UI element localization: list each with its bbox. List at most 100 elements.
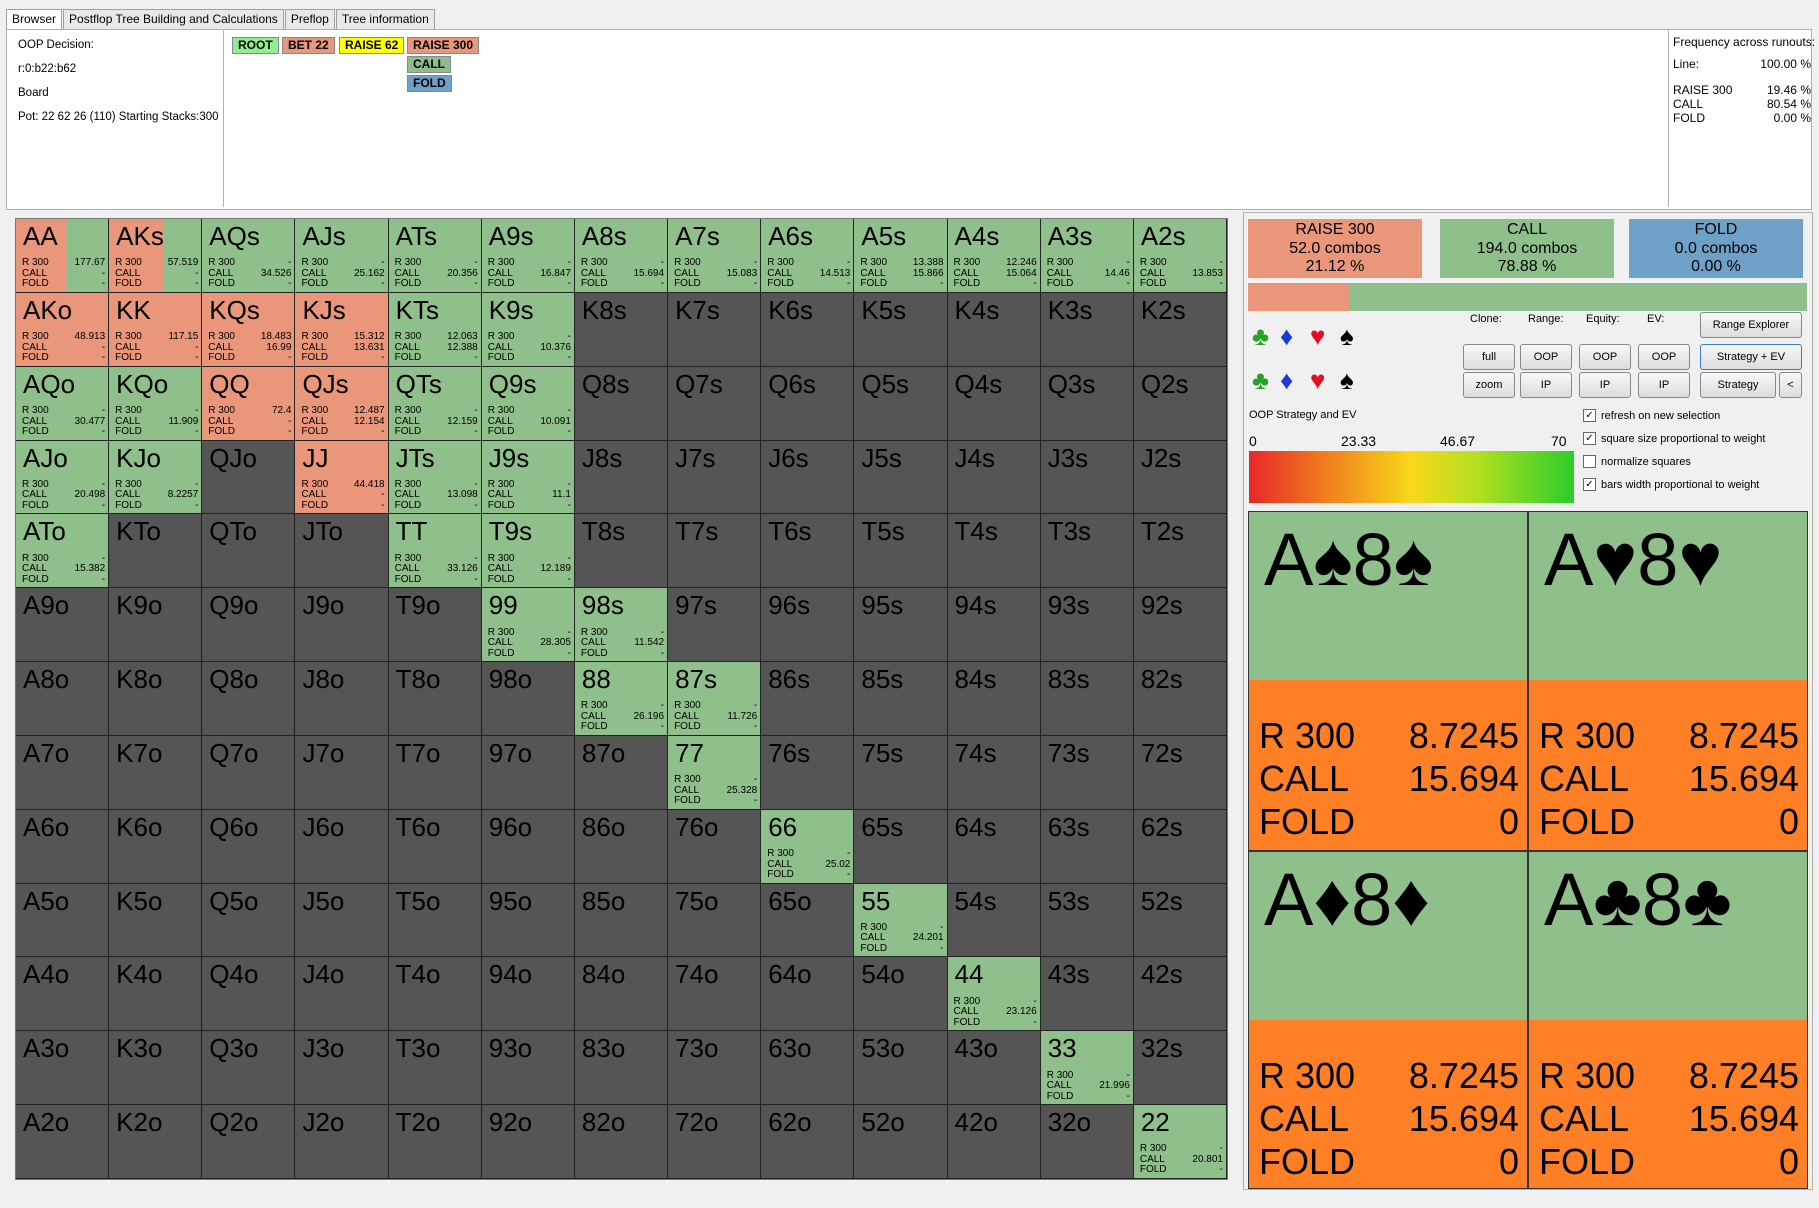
hand-cell[interactable]: 93o [481, 1031, 575, 1106]
hand-cell[interactable]: TT R 300- CALL 33.126 FOLD - [388, 514, 482, 589]
heart-filter-icon[interactable]: ♥ [1310, 321, 1325, 352]
hand-cell[interactable]: 92s [1133, 588, 1227, 663]
hand-cell[interactable]: 52o [854, 1105, 948, 1179]
hand-cell[interactable]: A5o [16, 883, 110, 958]
hand-cell[interactable]: 75o [668, 883, 762, 958]
hand-cell[interactable]: AJs R 300- CALL 25.162 FOLD - [295, 219, 389, 293]
hand-cell[interactable]: 86s [761, 662, 855, 736]
hand-cell[interactable]: Q9s R 300- CALL 10.091 FOLD - [481, 366, 575, 441]
hand-cell[interactable]: 42s [1133, 957, 1227, 1032]
hand-cell[interactable]: 94s [947, 588, 1041, 663]
hand-cell[interactable]: 55 R 300- CALL 24.201 FOLD - [854, 883, 948, 958]
hand-cell[interactable]: 96s [761, 588, 855, 663]
hand-cell[interactable]: 64s [947, 809, 1041, 884]
hand-cell[interactable]: A9o [16, 588, 110, 663]
hand-cell[interactable]: AQo R 300- CALL 30.477 FOLD - [16, 366, 110, 441]
hand-cell[interactable]: 52s [1133, 883, 1227, 958]
checkbox-refresh[interactable]: ✓ refresh on new selection [1583, 409, 1720, 422]
full-button[interactable]: full [1463, 344, 1515, 370]
hand-cell[interactable]: 76s [761, 735, 855, 810]
hand-cell[interactable]: 82o [574, 1105, 669, 1179]
hand-cell[interactable]: K8s [574, 292, 669, 367]
hand-cell[interactable]: T6o [388, 809, 482, 884]
hand-cell[interactable]: 63o [761, 1031, 855, 1106]
hand-cell[interactable]: AKs R 300 57.519 CALL - FOLD - [109, 219, 203, 293]
hand-cell[interactable]: 63s [1040, 809, 1134, 884]
hand-cell[interactable]: 32o [1040, 1105, 1134, 1179]
hand-cell[interactable]: J3o [295, 1031, 389, 1106]
range-oop-button[interactable]: OOP [1520, 344, 1572, 370]
hand-cell[interactable]: 74o [668, 957, 762, 1032]
strategy-ev-button[interactable]: Strategy + EV [1700, 344, 1802, 370]
hand-cell[interactable]: Q9o [202, 588, 296, 663]
hand-cell[interactable]: K3o [109, 1031, 203, 1106]
hand-cell[interactable]: 62o [761, 1105, 855, 1179]
hand-cell[interactable]: 84o [574, 957, 669, 1032]
hand-cell[interactable]: AKo R 300 48.913 CALL - FOLD - [16, 292, 110, 367]
hand-cell[interactable]: AJo R 300- CALL 20.498 FOLD - [16, 440, 110, 515]
hand-cell[interactable]: 43o [947, 1031, 1041, 1106]
hand-cell[interactable]: J5s [854, 440, 948, 515]
hand-cell[interactable]: A9s R 300- CALL 16.847 FOLD - [481, 219, 575, 293]
hand-cell[interactable]: 83o [574, 1031, 669, 1106]
hand-cell[interactable]: 95o [481, 883, 575, 958]
hand-cell[interactable]: 75s [854, 735, 948, 810]
hand-cell[interactable]: K7o [109, 735, 203, 810]
hand-cell[interactable]: 83s [1040, 662, 1134, 736]
tab-tree-information[interactable]: Tree information [335, 9, 435, 29]
hand-cell[interactable]: A7o [16, 735, 110, 810]
hand-cell[interactable]: Q7s [668, 366, 762, 441]
hand-cell[interactable]: Q2o [202, 1105, 296, 1179]
hand-cell[interactable]: J4o [295, 957, 389, 1032]
hand-cell[interactable]: T5s [854, 514, 948, 589]
hand-cell[interactable]: ATo R 300- CALL 15.382 FOLD - [16, 514, 110, 589]
hand-cell[interactable]: 99 R 300- CALL 28.305 FOLD - [481, 588, 575, 663]
hand-cell[interactable]: J9s R 300- CALL 11.1 FOLD - [481, 440, 575, 515]
hand-cell[interactable]: 54o [854, 957, 948, 1032]
hand-cell[interactable]: J6o [295, 809, 389, 884]
hand-cell[interactable]: 53o [854, 1031, 948, 1106]
hand-cell[interactable]: 65s [854, 809, 948, 884]
hand-cell[interactable]: A3o [16, 1031, 110, 1106]
line-node-call[interactable]: CALL [407, 56, 451, 73]
hand-cell[interactable]: J3s [1040, 440, 1134, 515]
hand-cell[interactable]: K9s R 300- CALL 10.376 FOLD - [481, 292, 575, 367]
hand-cell[interactable]: T7o [388, 735, 482, 810]
hand-cell[interactable]: JTs R 300- CALL 13.098 FOLD - [388, 440, 482, 515]
hand-cell[interactable]: 95s [854, 588, 948, 663]
ev-oop-button[interactable]: OOP [1638, 344, 1690, 370]
hand-cell[interactable]: A6s R 300- CALL 14.513 FOLD - [761, 219, 855, 293]
hand-cell[interactable]: Q3s [1040, 366, 1134, 441]
checkbox-bars-width[interactable]: ✓ bars width proportional to weight [1583, 478, 1759, 491]
hand-cell[interactable]: T4o [388, 957, 482, 1032]
hand-cell[interactable]: Q4o [202, 957, 296, 1032]
combo-cell[interactable]: A♥8♥ R 300 8.7245 CALL 15.694 FOLD 0 [1528, 511, 1808, 851]
hand-cell[interactable]: K3s [1040, 292, 1134, 367]
hand-cell[interactable]: A4o [16, 957, 110, 1032]
range-ip-button[interactable]: IP [1520, 372, 1572, 398]
hand-cell[interactable]: Q3o [202, 1031, 296, 1106]
combo-cell[interactable]: A♣8♣ R 300 8.7245 CALL 15.694 FOLD 0 [1528, 851, 1808, 1189]
hand-cell[interactable]: 98o [481, 662, 575, 736]
line-node-fold[interactable]: FOLD [407, 75, 452, 92]
hand-cell[interactable]: 54s [947, 883, 1041, 958]
hand-cell[interactable]: QTo [202, 514, 296, 589]
hand-cell[interactable]: A8o [16, 662, 110, 736]
spade-filter-icon[interactable]: ♠ [1340, 365, 1354, 396]
hand-cell[interactable]: 84s [947, 662, 1041, 736]
hand-cell[interactable]: K6s [761, 292, 855, 367]
spade-filter-icon[interactable]: ♠ [1340, 321, 1354, 352]
hand-cell[interactable]: K8o [109, 662, 203, 736]
strategy-button[interactable]: Strategy [1700, 372, 1776, 398]
hand-cell[interactable]: 85s [854, 662, 948, 736]
hand-cell[interactable]: J8o [295, 662, 389, 736]
hand-cell[interactable]: A3s R 300- CALL 14.46 FOLD - [1040, 219, 1134, 293]
hand-cell[interactable]: A2o [16, 1105, 110, 1179]
hand-cell[interactable]: J9o [295, 588, 389, 663]
zoom-button[interactable]: zoom [1463, 372, 1515, 398]
equity-oop-button[interactable]: OOP [1579, 344, 1631, 370]
hand-cell[interactable]: 33 R 300- CALL 21.996 FOLD - [1040, 1031, 1134, 1106]
hand-cell[interactable]: 44 R 300- CALL 23.126 FOLD - [947, 957, 1041, 1032]
line-node-raise-62[interactable]: RAISE 62 [339, 37, 405, 54]
hand-cell[interactable]: K5o [109, 883, 203, 958]
